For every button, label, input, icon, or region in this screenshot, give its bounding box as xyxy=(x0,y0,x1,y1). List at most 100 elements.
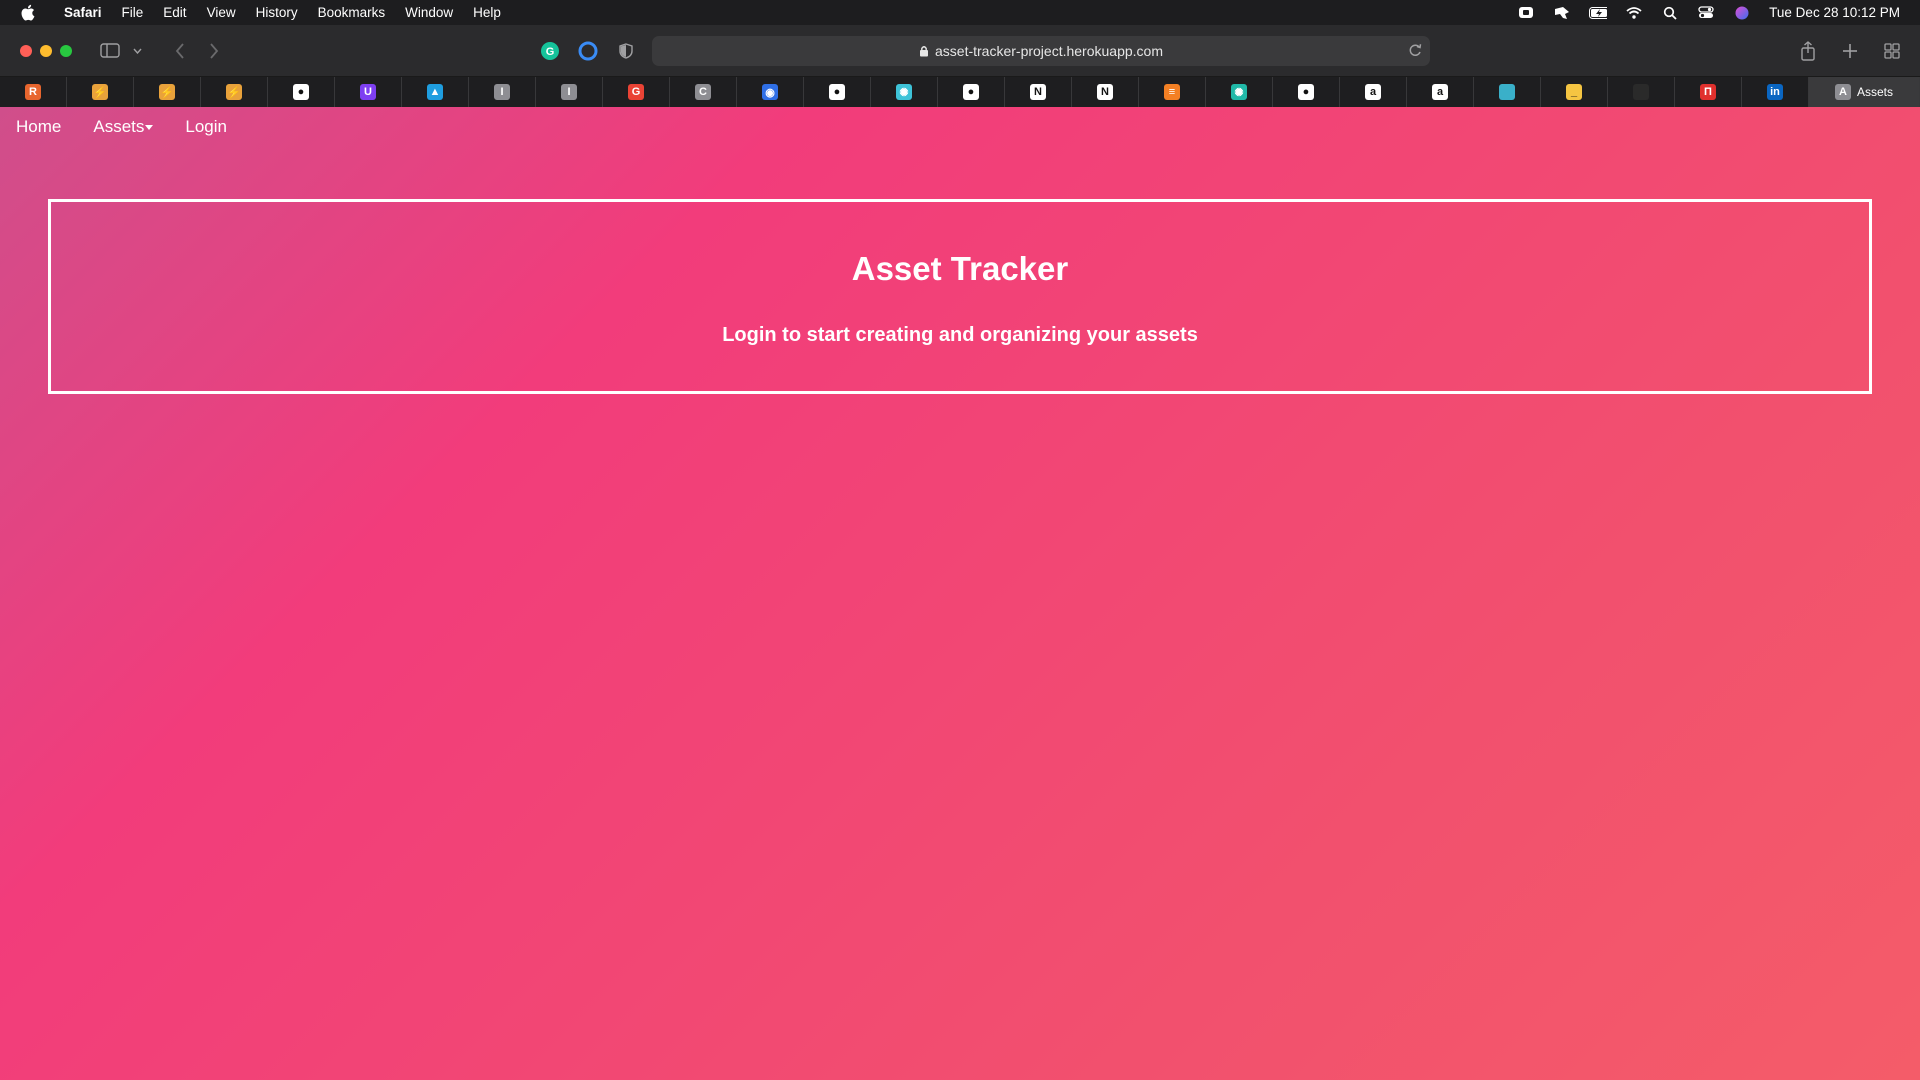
browser-tab[interactable]: C xyxy=(670,77,737,107)
nav-login-link[interactable]: Login xyxy=(185,117,227,137)
tab-strip: R ⚡ ⚡ ⚡ ● U ▲ I I G C ◉ ● ✺ ● N N ≡ ✺ ● a a _ Пin A Assets xyxy=(0,77,1920,107)
browser-tab[interactable]: R xyxy=(0,77,67,107)
menu-app-name[interactable]: Safari xyxy=(54,5,112,20)
github-icon: ● xyxy=(963,84,979,100)
linkedin-icon: in xyxy=(1767,84,1783,100)
tab-overview-icon[interactable] xyxy=(1878,37,1906,65)
browser-tab[interactable]: a xyxy=(1407,77,1474,107)
browser-tab[interactable]: ≡ xyxy=(1139,77,1206,107)
control-center-icon[interactable] xyxy=(1697,6,1715,20)
browser-toolbar: G asset-tracker-project.herokuapp.com xyxy=(0,25,1920,77)
menu-edit[interactable]: Edit xyxy=(153,5,196,20)
browser-tab[interactable] xyxy=(1474,77,1541,107)
bolt-icon: ⚡ xyxy=(226,84,242,100)
address-bar[interactable]: asset-tracker-project.herokuapp.com xyxy=(652,35,1430,66)
browser-tab[interactable]: ▲ xyxy=(402,77,469,107)
sidebar-toggle-icon[interactable] xyxy=(96,37,124,65)
assets-favicon-icon: A xyxy=(1834,84,1851,100)
share-icon[interactable] xyxy=(1794,37,1822,65)
battery-icon[interactable] xyxy=(1589,6,1608,20)
menu-window[interactable]: Window xyxy=(395,5,463,20)
lock-icon xyxy=(920,45,928,56)
blue-extension-icon[interactable] xyxy=(574,37,602,65)
browser-tab[interactable]: a xyxy=(1340,77,1407,107)
browser-tab[interactable]: ⚡ xyxy=(67,77,134,107)
cursor-app-icon[interactable] xyxy=(1553,6,1571,20)
browser-tab[interactable]: ◉ xyxy=(737,77,804,107)
react-icon: ✺ xyxy=(896,84,912,100)
menu-help[interactable]: Help xyxy=(463,5,511,20)
letter-i-icon: I xyxy=(494,84,510,100)
browser-tab[interactable]: U xyxy=(335,77,402,107)
dark-square-icon xyxy=(1633,84,1649,100)
wifi-icon[interactable] xyxy=(1625,6,1643,20)
screen-record-icon[interactable] xyxy=(1517,6,1535,20)
bird-icon: ▲ xyxy=(427,84,443,100)
nav-home-link[interactable]: Home xyxy=(16,117,61,137)
browser-tab[interactable]: I xyxy=(536,77,603,107)
u-badge-icon: U xyxy=(360,84,376,100)
red-square-icon: П xyxy=(1700,84,1716,100)
nav-assets-dropdown[interactable]: Assets xyxy=(93,117,154,137)
tab-title: Assets xyxy=(1856,85,1893,99)
menu-history[interactable]: History xyxy=(246,5,308,20)
browser-tab[interactable]: _ xyxy=(1541,77,1608,107)
back-icon[interactable] xyxy=(166,37,194,65)
window-controls xyxy=(0,44,72,57)
browser-tab[interactable]: ⚡ xyxy=(201,77,268,107)
react-icon: ✺ xyxy=(1231,84,1247,100)
tab-assets-active[interactable]: A Assets xyxy=(1809,77,1920,107)
site-navbar: Home Assets Login xyxy=(0,107,1920,147)
stack-overflow-icon: ≡ xyxy=(1164,84,1180,100)
chevron-down-icon[interactable] xyxy=(130,37,144,65)
notion-icon: N xyxy=(1030,84,1046,100)
close-window-button[interactable] xyxy=(20,44,32,57)
minimize-window-button[interactable] xyxy=(40,44,52,57)
github-icon: ● xyxy=(293,84,309,100)
hero-subtitle: Login to start creating and organizing y… xyxy=(722,324,1198,346)
browser-tab[interactable]: ● xyxy=(938,77,1005,107)
forward-icon[interactable] xyxy=(200,37,228,65)
nav-assets-label: Assets xyxy=(93,117,145,136)
browser-tab[interactable]: ⚡ xyxy=(134,77,201,107)
browser-tab[interactable]: N xyxy=(1072,77,1139,107)
browser-tab[interactable]: ● xyxy=(1273,77,1340,107)
web-page: Home Assets Login Asset Tracker Login to… xyxy=(0,107,1920,1080)
amazon-icon: a xyxy=(1365,84,1381,100)
new-tab-icon[interactable] xyxy=(1836,37,1864,65)
bolt-icon: ⚡ xyxy=(92,84,108,100)
privacy-shield-icon[interactable] xyxy=(612,37,640,65)
url-text: asset-tracker-project.herokuapp.com xyxy=(935,42,1163,59)
letter-c-icon: C xyxy=(695,84,711,100)
menu-view[interactable]: View xyxy=(197,5,246,20)
menu-bookmarks[interactable]: Bookmarks xyxy=(308,5,396,20)
amazon-icon: a xyxy=(1432,84,1448,100)
siri-icon[interactable] xyxy=(1733,6,1751,20)
browser-tab[interactable]: ✺ xyxy=(1206,77,1273,107)
letter-i-icon: I xyxy=(561,84,577,100)
browser-tab[interactable]: G xyxy=(603,77,670,107)
github-icon: ● xyxy=(829,84,845,100)
github-icon: ● xyxy=(1298,84,1314,100)
browser-tab[interactable]: ● xyxy=(804,77,871,107)
rss-icon: R xyxy=(25,84,41,100)
browser-tab[interactable] xyxy=(1608,77,1675,107)
browser-tab[interactable]: N xyxy=(1005,77,1072,107)
underscore-icon: _ xyxy=(1566,84,1582,100)
grammarly-extension-icon[interactable]: G xyxy=(536,37,564,65)
fullscreen-window-button[interactable] xyxy=(60,44,72,57)
circle-target-icon: ◉ xyxy=(762,84,778,100)
svg-text:G: G xyxy=(546,46,555,58)
spotlight-search-icon[interactable] xyxy=(1661,6,1679,20)
reload-icon[interactable] xyxy=(1408,42,1422,61)
browser-tab[interactable]: in xyxy=(1742,77,1809,107)
menu-bar-clock[interactable]: Tue Dec 28 10:12 PM xyxy=(1769,5,1900,20)
page-title: Asset Tracker xyxy=(851,250,1069,287)
macos-menu-bar: Safari File Edit View History Bookmarks … xyxy=(0,0,1920,25)
browser-tab[interactable]: ✺ xyxy=(871,77,938,107)
apple-menu-icon[interactable] xyxy=(0,4,54,21)
menu-file[interactable]: File xyxy=(112,5,154,20)
browser-tab[interactable]: I xyxy=(469,77,536,107)
browser-tab[interactable]: П xyxy=(1675,77,1742,107)
browser-tab[interactable]: ● xyxy=(268,77,335,107)
